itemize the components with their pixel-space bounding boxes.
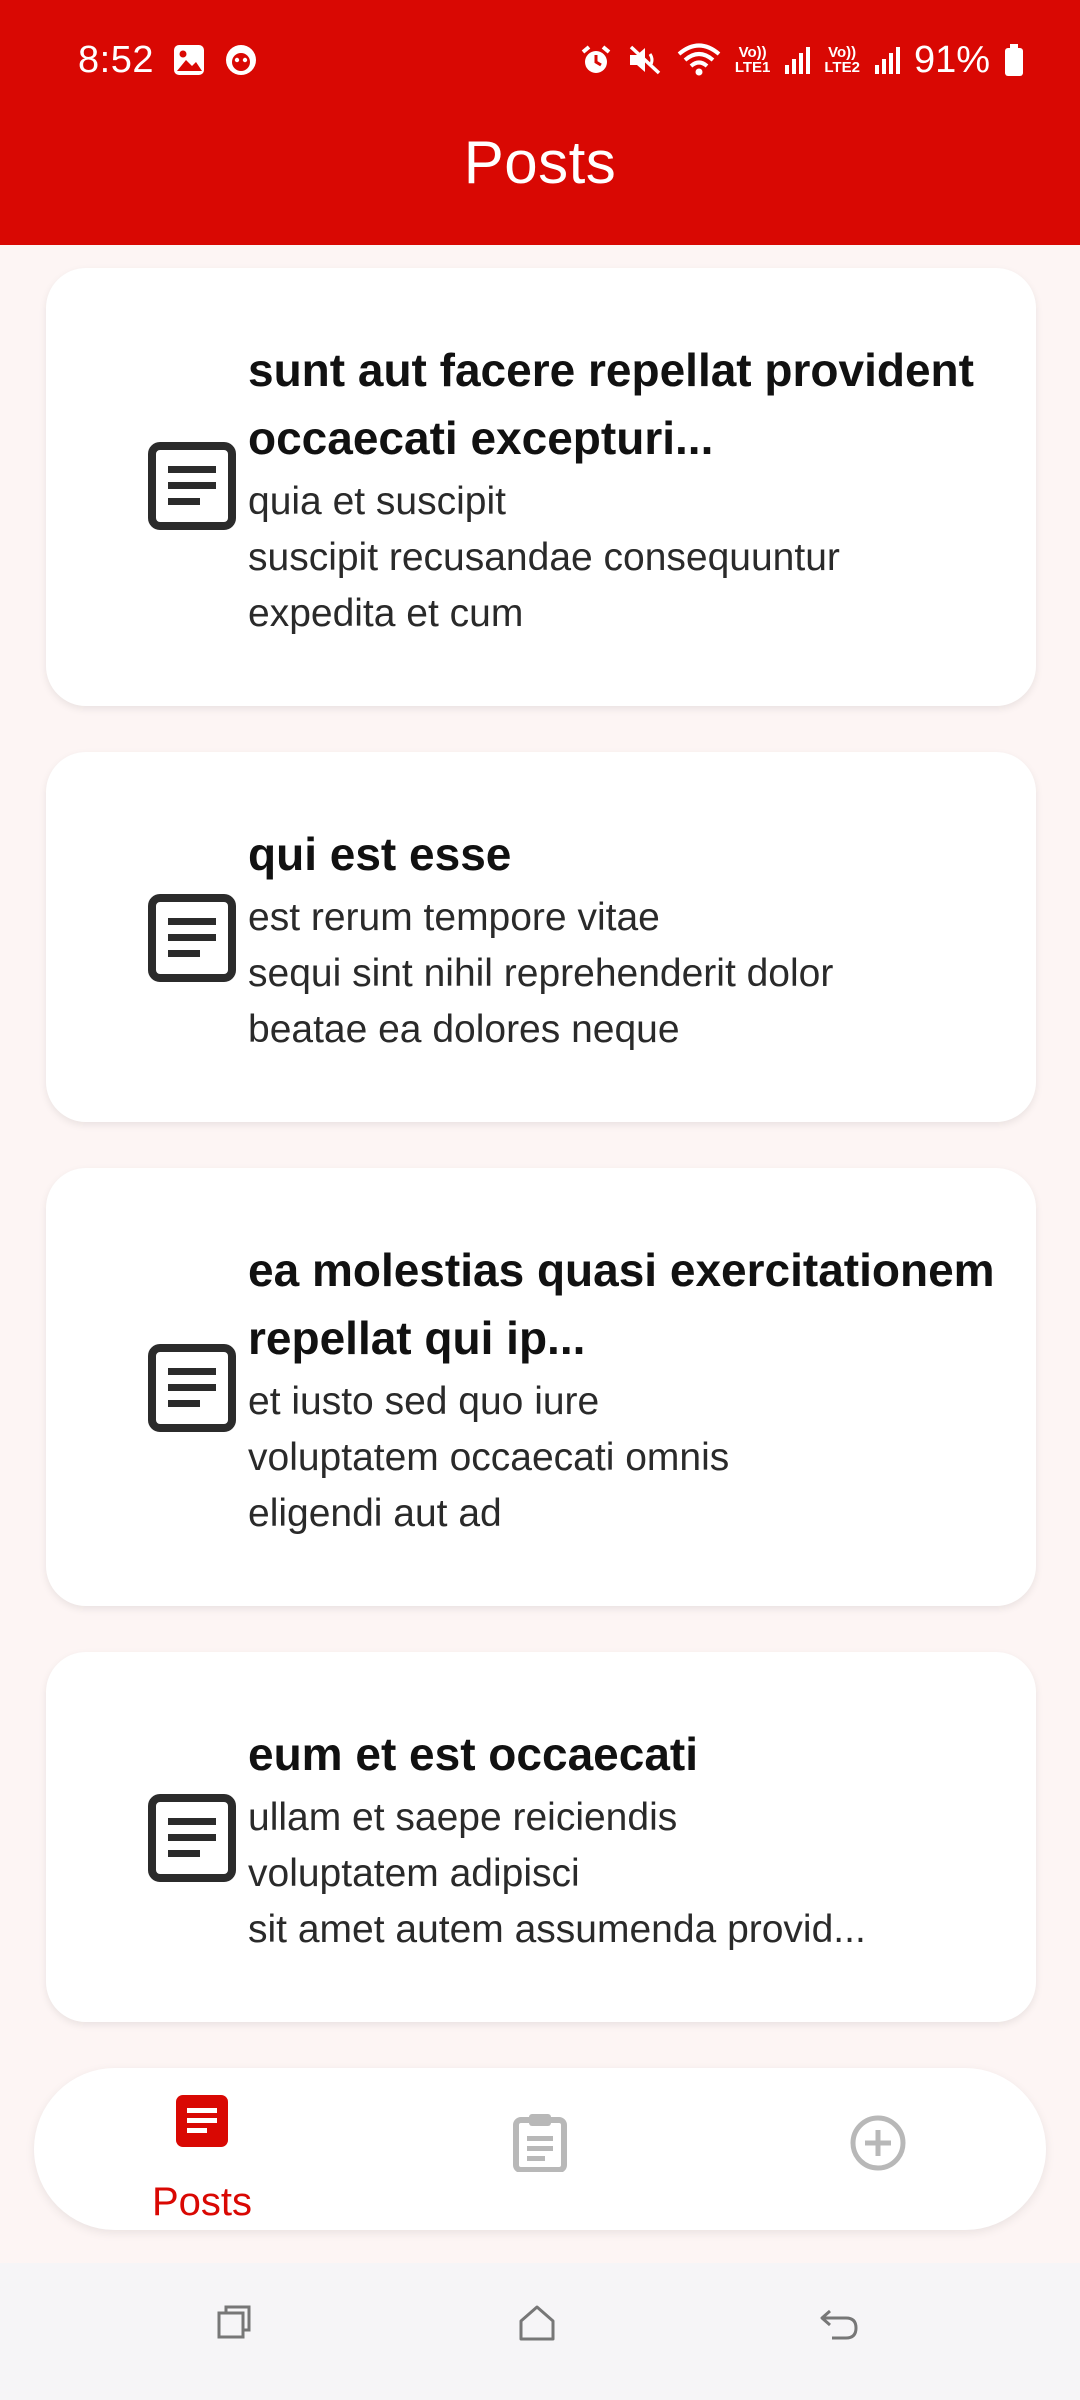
post-title: sunt aut facere repellat provident occae… xyxy=(248,344,974,464)
app-notification-icon xyxy=(224,43,258,77)
gallery-notification-icon xyxy=(172,43,206,77)
nav-item-posts[interactable]: Posts xyxy=(52,2068,352,2230)
battery-icon xyxy=(1004,43,1024,77)
back-icon[interactable] xyxy=(818,2303,860,2343)
article-icon xyxy=(148,442,236,530)
system-navigation-bar xyxy=(0,2263,1080,2400)
home-icon[interactable] xyxy=(517,2303,557,2343)
add-circle-icon xyxy=(850,2115,906,2171)
lte2-label: LTE2 xyxy=(824,59,860,76)
status-bar: 8:52 Vo)) LTE1 Vo)) LTE2 91% xyxy=(0,0,1080,120)
status-right: Vo)) LTE1 Vo)) LTE2 91% xyxy=(579,39,1024,82)
nav-item-clipboard[interactable] xyxy=(390,2068,690,2230)
article-icon xyxy=(148,894,236,982)
bottom-navigation: Posts xyxy=(34,2068,1046,2230)
nav-label-posts: Posts xyxy=(151,2180,253,2224)
post-body: et iusto sed quo iure voluptatem occaeca… xyxy=(248,1380,730,1535)
post-card[interactable]: ea molestias quasi exercitationem repell… xyxy=(46,1168,1036,1606)
signal-icon xyxy=(874,45,900,75)
post-card[interactable]: eum et est occaecati ullam et saepe reic… xyxy=(46,1652,1036,2022)
nav-item-add[interactable] xyxy=(728,2068,1028,2230)
post-title: qui est esse xyxy=(248,828,512,880)
signal-icon xyxy=(784,45,811,75)
article-icon xyxy=(148,1794,236,1882)
clipboard-icon xyxy=(513,2114,567,2172)
post-body: quia et suscipit suscipit recusandae con… xyxy=(248,480,840,635)
alarm-icon xyxy=(579,43,613,77)
post-card[interactable]: sunt aut facere repellat provident occae… xyxy=(46,268,1036,706)
article-icon xyxy=(148,1344,236,1432)
wifi-icon xyxy=(677,43,721,77)
status-time: 8:52 xyxy=(78,38,154,81)
post-title: ea molestias quasi exercitationem repell… xyxy=(248,1244,995,1364)
lte1-label: LTE1 xyxy=(734,59,771,76)
article-icon xyxy=(176,2095,228,2147)
recents-icon[interactable] xyxy=(215,2303,255,2343)
status-left: 8:52 xyxy=(78,39,258,82)
volte-label: Vo)) xyxy=(828,44,857,61)
battery-percent: 91% xyxy=(913,38,990,81)
post-title: eum et est occaecati xyxy=(248,1728,699,1780)
volte-label: Vo)) xyxy=(738,44,767,61)
post-body: ullam et saepe reiciendis voluptatem adi… xyxy=(248,1796,866,1951)
page-title: Posts xyxy=(463,129,617,196)
volte-lte1-icon: Vo)) LTE1 xyxy=(735,45,771,75)
app-bar: 8:52 Vo)) LTE1 Vo)) LTE2 91% Posts xyxy=(0,0,1080,245)
post-body: est rerum tempore vitae sequi sint nihil… xyxy=(248,896,834,1051)
post-card[interactable]: qui est esse est rerum tempore vitae seq… xyxy=(46,752,1036,1122)
volte-lte2-icon: Vo)) LTE2 xyxy=(824,45,860,75)
mute-icon xyxy=(627,43,663,77)
